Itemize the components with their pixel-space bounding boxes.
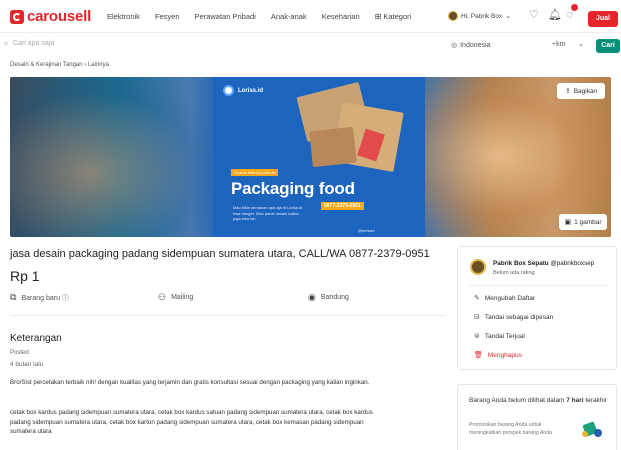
search-input[interactable]: Cari apa saja	[13, 40, 54, 47]
trash-icon: 🗑︎	[474, 352, 483, 359]
promo-heading-days: 7 hari	[566, 397, 584, 404]
description-title: Keterangan	[10, 333, 62, 344]
divider	[468, 285, 608, 286]
promote-listing-card[interactable]: Barang Anda belum dilihat dalam 7 hari t…	[457, 384, 617, 450]
photo-handle: @lorissid	[358, 228, 375, 233]
image-icon: ▣	[564, 219, 572, 226]
user-menu[interactable]: Hi, Pabrik Box ⌄	[448, 11, 511, 21]
photo-blur-left	[10, 77, 212, 237]
share-button[interactable]: ⇪ Bagikan	[557, 83, 605, 99]
seller-handle: @pabrikboxsep	[550, 260, 595, 267]
sell-button[interactable]: Jual	[588, 11, 618, 27]
people-icon: ⚇	[158, 292, 167, 302]
search-icon: ⌕	[4, 39, 9, 48]
posted-value: 4 bulan lalu	[10, 361, 44, 368]
breadcrumb[interactable]: Desain & Kerajinan Tangan › Lainnya	[10, 62, 109, 68]
mark-reserved-button[interactable]: ⊟ Tandai sebagai dipesan	[474, 313, 554, 322]
nav-item-kategori[interactable]: ⊞ Kategori	[375, 12, 427, 21]
seller-rating: Belum ada rating	[493, 270, 535, 276]
nav-item-kategori-label: Kategori	[383, 12, 412, 21]
photo-phone: 0877-2379-0951	[321, 202, 364, 210]
promo-illustration	[580, 419, 606, 439]
seller-card: Pabrik Box Sepatu @pabrikboxsep Belum ad…	[457, 246, 617, 370]
condition: ⧉ Barang baru ⓘ	[10, 292, 69, 303]
listing-price: Rp 1	[10, 268, 40, 284]
photo-blur-right	[425, 77, 611, 237]
delete-listing-label: Menghapus	[487, 351, 522, 359]
notification-badge	[571, 4, 578, 11]
bell-icon[interactable]: 🔔︎	[548, 10, 562, 21]
photo-brand-text: Loriss.id	[238, 87, 264, 94]
listing-title: jasa desain packaging padang sidempuan s…	[10, 248, 430, 260]
pencil-icon: ✎	[474, 295, 480, 302]
nav-item-elektronik[interactable]: Elektronik	[107, 12, 140, 21]
sold-tag-icon: ⊜	[474, 333, 480, 340]
promo-heading-prefix: Barang Anda belum dilihat dalam	[469, 397, 567, 404]
seller-avatar[interactable]	[470, 259, 486, 275]
location-value: Indonesia	[460, 41, 491, 49]
location-pin-icon: ◉	[308, 292, 316, 302]
photo-brand: Loriss.id	[223, 85, 263, 96]
reserved-icon: ⊟	[474, 314, 480, 321]
chevron-down-icon: ⌄	[505, 13, 512, 20]
divider	[10, 315, 445, 316]
nav-item-perawatan-pribadi[interactable]: Perawatan Pribadi	[195, 12, 256, 21]
location-select[interactable]: ◎ Indonesia	[451, 41, 491, 50]
logo-text: carousell	[27, 8, 92, 25]
location-pin-icon: ◎	[451, 42, 458, 49]
box-illustration	[309, 126, 357, 168]
posted-label: Posted	[10, 350, 29, 356]
brand-logo-icon	[223, 85, 234, 96]
search-button[interactable]: Cari	[596, 39, 620, 53]
condition-label: Barang baru ⓘ	[21, 294, 69, 302]
chat-icon[interactable]: ◌	[566, 10, 573, 21]
photo-headline: Packaging food	[231, 179, 355, 198]
avatar	[448, 11, 458, 21]
listing-photo[interactable]: Loriss.id Semua bisa di Loriss.id Packag…	[10, 77, 611, 237]
grid-icon: ⊞	[374, 12, 382, 21]
photo-count-button[interactable]: ▣ 1 gambar	[559, 214, 607, 230]
nav-item-anak-anak[interactable]: Anak-anak	[271, 12, 307, 21]
user-greeting: Hi, Pabrik Box	[461, 12, 503, 20]
description-paragraph: Bro/Sist percetakan terbaik nih! dengan …	[10, 379, 370, 386]
mark-sold-label: Tandai Terjual	[484, 332, 525, 340]
photo-count-label: 1 gambar	[574, 218, 602, 226]
carousell-logo[interactable]: carousell	[10, 8, 91, 25]
photo-promo-tag: Semua bisa di Loriss.id	[231, 169, 279, 176]
search-bar: ⌕ Cari apa saja ◎ Indonesia +km ⌄ Cari	[0, 34, 621, 58]
description-paragraph: cetak box kardus padang sidempuan sumate…	[10, 409, 373, 435]
share-icon: ⇪	[564, 88, 571, 95]
chevron-down-icon: ⌄	[578, 41, 584, 48]
seller-display-name: Pabrik Box Sepatu	[493, 260, 549, 267]
edit-listing-label: Mengubah Daftar	[484, 294, 536, 302]
delete-listing-button[interactable]: 🗑︎ Menghapus	[474, 351, 522, 360]
seller-name[interactable]: Pabrik Box Sepatu @pabrikboxsep	[493, 260, 594, 267]
nav-item-keseharian[interactable]: Keseharian	[322, 12, 360, 21]
promo-heading-suffix: terakhir	[583, 397, 608, 404]
photo-main: Loriss.id Semua bisa di Loriss.id Packag…	[213, 77, 425, 237]
top-navigation-bar: carousell Elektronik Fesyen Perawatan Pr…	[0, 0, 621, 33]
distance-select[interactable]: +km	[552, 41, 565, 48]
promo-subtext: Promosikan barang Anda untuk meningkatka…	[469, 422, 553, 436]
carousell-logo-icon	[10, 9, 24, 24]
edit-listing-button[interactable]: ✎ Mengubah Daftar	[474, 294, 536, 303]
heart-icon[interactable]: ♡	[529, 10, 539, 21]
category-nav: Elektronik Fesyen Perawatan Pribadi Anak…	[107, 12, 441, 21]
mark-reserved-label: Tandai sebagai dipesan	[484, 313, 554, 321]
photo-caption: Mau bikin kemasan apa aja di Loriss.id b…	[233, 205, 302, 221]
meetup-location: ◉ Bandung	[308, 292, 349, 303]
promo-heading: Barang Anda belum dilihat dalam 7 hari t…	[469, 396, 609, 405]
city-label: Bandung	[320, 294, 349, 301]
nav-item-fesyen[interactable]: Fesyen	[155, 12, 180, 21]
share-label: Bagikan	[573, 87, 598, 95]
shipping-label: Mailing	[171, 294, 194, 301]
shipping-method: ⚇ Mailing	[158, 292, 193, 303]
mark-sold-button[interactable]: ⊜ Tandai Terjual	[474, 332, 525, 341]
tag-icon: ⧉	[10, 292, 17, 302]
